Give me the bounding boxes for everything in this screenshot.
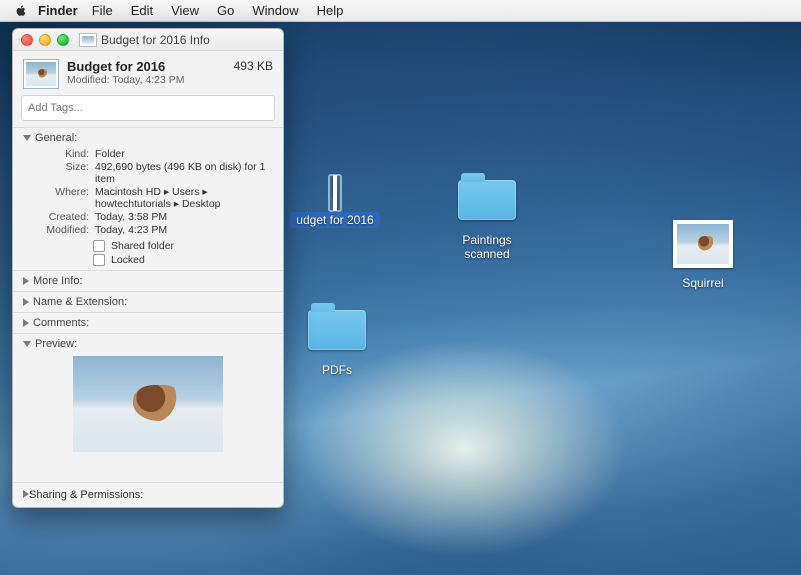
size-key: Size: [25,161,89,185]
modified-value: Today, 4:23 PM [95,224,271,236]
window-titlebar[interactable]: Budget for 2016 Info [13,29,283,51]
desktop-icon-budget[interactable]: udget for 2016 [280,174,390,228]
section-preview: Preview: [13,333,283,482]
desktop-icon-label: Paintings scanned [432,232,542,262]
desktop-icon-pdfs[interactable]: PDFs [282,304,392,378]
section-label: General: [35,132,77,144]
get-info-window: Budget for 2016 Info Budget for 2016 Mod… [12,28,284,508]
desktop-icon-squirrel[interactable]: Squirrel [648,220,758,291]
desktop-icon-label: PDFs [316,362,358,378]
apple-logo-icon[interactable] [14,4,28,18]
folder-icon [308,310,366,350]
desktop-icon-label: udget for 2016 [290,212,379,228]
tags-field[interactable] [21,95,275,121]
disclosure-triangle-icon [23,319,29,327]
section-general: General: Kind: Folder Size: 492,690 byte… [13,127,283,270]
modified-key: Modified: [25,224,89,236]
section-comments[interactable]: Comments: [13,312,283,333]
shared-folder-row[interactable]: Shared folder [93,240,273,252]
section-name-extension[interactable]: Name & Extension: [13,291,283,312]
menu-view[interactable]: View [171,3,199,18]
created-key: Created: [25,211,89,223]
locked-label: Locked [111,254,145,266]
size-value: 492,690 bytes (496 KB on disk) for 1 ite… [95,161,271,185]
created-value: Today, 3:58 PM [95,211,271,223]
where-value: Macintosh HD ▸ Users ▸ howtechtutorials … [95,186,271,210]
section-preview-header[interactable]: Preview: [23,338,273,350]
close-button[interactable] [21,34,33,46]
thumbnail-icon [677,224,729,264]
disclosure-triangle-icon [23,277,29,285]
menu-go[interactable]: Go [217,3,234,18]
disclosure-triangle-icon [23,135,31,141]
shared-folder-checkbox[interactable] [93,240,105,252]
info-item-modified: Modified: Today, 4:23 PM [67,74,226,86]
preview-image [73,356,223,452]
section-label: Comments: [33,317,89,329]
menu-edit[interactable]: Edit [131,3,153,18]
info-size-badge: 493 KB [234,59,273,89]
kind-value: Folder [95,148,271,160]
info-header: Budget for 2016 Modified: Today, 4:23 PM… [13,51,283,95]
menu-window[interactable]: Window [252,3,298,18]
where-key: Where: [25,186,89,210]
locked-row[interactable]: Locked [93,254,273,266]
info-header-icon [23,59,59,89]
zoom-button[interactable] [57,34,69,46]
section-label: More Info: [33,275,83,287]
shared-folder-label: Shared folder [111,240,174,252]
folder-icon [458,180,516,220]
section-more-info[interactable]: More Info: [13,270,283,291]
section-general-header[interactable]: General: [23,132,273,144]
window-title: Budget for 2016 Info [101,33,210,47]
menubar-app-name[interactable]: Finder [38,3,78,18]
minimize-button[interactable] [39,34,51,46]
info-item-name: Budget for 2016 [67,59,226,74]
locked-checkbox[interactable] [93,254,105,266]
section-label: Sharing & Permissions: [29,489,143,501]
disclosure-triangle-icon [23,341,31,347]
disclosure-triangle-icon [23,298,29,306]
desktop-icon-label: Squirrel [676,275,729,291]
desktop-icon-paintings[interactable]: Paintings scanned [432,174,542,262]
section-label: Preview: [35,338,77,350]
menubar: Finder File Edit View Go Window Help [0,0,801,22]
menu-help[interactable]: Help [317,3,344,18]
section-label: Name & Extension: [33,296,127,308]
kind-key: Kind: [25,148,89,160]
proxy-icon[interactable] [79,33,97,47]
section-sharing[interactable]: Sharing & Permissions: [13,482,283,507]
menu-file[interactable]: File [92,3,113,18]
